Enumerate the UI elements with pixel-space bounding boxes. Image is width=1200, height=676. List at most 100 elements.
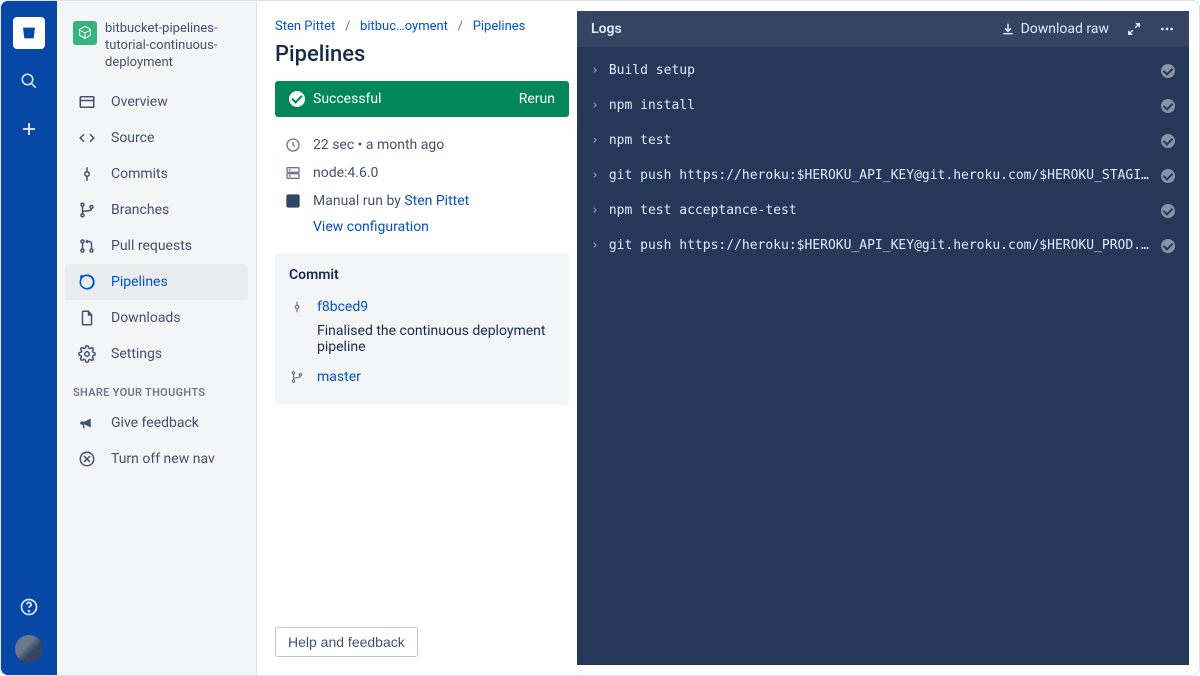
chevron-right-icon[interactable]: ›: [591, 133, 599, 148]
global-nav: [1, 1, 57, 675]
help-button[interactable]: [9, 587, 49, 627]
log-line[interactable]: ›npm install: [589, 88, 1177, 123]
search-icon: [20, 72, 38, 90]
log-line[interactable]: ›Build setup: [589, 53, 1177, 88]
status-text: Successful: [313, 91, 382, 107]
trigger-user-link[interactable]: Sten Pittet: [404, 193, 469, 209]
breadcrumb-owner[interactable]: Sten Pittet: [275, 19, 335, 34]
chevron-right-icon[interactable]: ›: [591, 238, 599, 253]
nav-commits[interactable]: Commits: [65, 156, 248, 192]
breadcrumb-section[interactable]: Pipelines: [473, 19, 526, 34]
nav-settings[interactable]: Settings: [65, 336, 248, 372]
meta-duration: 22 sec • a month ago: [275, 131, 569, 159]
chevron-right-icon[interactable]: ›: [591, 63, 599, 78]
nodejs-icon: [73, 21, 97, 45]
breadcrumb-separator: /: [458, 19, 463, 34]
nav-label: Turn off new nav: [111, 451, 215, 467]
check-icon: [1161, 169, 1175, 183]
search-button[interactable]: [9, 61, 49, 101]
plus-icon: [20, 120, 38, 138]
logs-header: Logs Download raw: [577, 11, 1189, 47]
source-icon: [77, 128, 97, 148]
log-body: ›Build setup ›npm install ›npm test ›git…: [577, 47, 1189, 269]
nav-label: Source: [111, 130, 154, 146]
check-icon: [1161, 99, 1175, 113]
view-configuration-link[interactable]: View configuration: [275, 215, 569, 239]
nav-label: Commits: [111, 166, 168, 182]
meta-image: node:4.6.0: [275, 159, 569, 187]
nav-give-feedback[interactable]: Give feedback: [65, 405, 248, 441]
nav-source[interactable]: Source: [65, 120, 248, 156]
nav-label: Give feedback: [111, 415, 199, 431]
expand-button[interactable]: [1127, 22, 1141, 36]
pull-requests-icon: [77, 236, 97, 256]
nav-label: Pull requests: [111, 238, 192, 254]
meta-trigger: Manual run by Sten Pittet: [275, 187, 569, 215]
check-icon: [1161, 134, 1175, 148]
breadcrumb-separator: /: [345, 19, 350, 34]
nav-label: Pipelines: [111, 274, 168, 290]
server-icon: [285, 165, 301, 181]
settings-icon: [77, 344, 97, 364]
help-feedback-button[interactable]: Help and feedback: [275, 627, 418, 657]
status-bar: Successful Rerun: [275, 81, 569, 117]
bitbucket-logo-icon: [13, 17, 45, 49]
branches-icon: [77, 200, 97, 220]
log-line[interactable]: ›git push https://heroku:$HEROKU_API_KEY…: [589, 158, 1177, 193]
nav-turn-off-nav[interactable]: Turn off new nav: [65, 441, 248, 477]
nav-label: Overview: [111, 94, 168, 110]
log-line[interactable]: ›npm test acceptance-test: [589, 193, 1177, 228]
sidebar: bitbucket-pipelines-tutorial-continuous-…: [57, 1, 257, 675]
commit-heading: Commit: [289, 267, 555, 283]
nav-label: Settings: [111, 346, 162, 362]
repo-header[interactable]: bitbucket-pipelines-tutorial-continuous-…: [65, 17, 248, 84]
chevron-right-icon[interactable]: ›: [591, 98, 599, 113]
branch-link[interactable]: master: [317, 369, 361, 385]
check-circle-icon: [289, 91, 305, 107]
nav-downloads[interactable]: Downloads: [65, 300, 248, 336]
nav-pipelines[interactable]: Pipelines: [65, 264, 248, 300]
megaphone-icon: [77, 413, 97, 433]
log-line[interactable]: ›npm test: [589, 123, 1177, 158]
logs-title: Logs: [591, 21, 622, 37]
nav-overview[interactable]: Overview: [65, 84, 248, 120]
commit-icon: [289, 299, 305, 315]
commits-icon: [77, 164, 97, 184]
check-icon: [1161, 64, 1175, 78]
repo-title: bitbucket-pipelines-tutorial-continuous-…: [105, 21, 240, 72]
commit-hash-link[interactable]: f8bced9: [317, 299, 368, 315]
chevron-right-icon[interactable]: ›: [591, 203, 599, 218]
download-icon: [1001, 22, 1015, 36]
user-avatar[interactable]: [15, 635, 43, 663]
breadcrumb: Sten Pittet / bitbuc…oyment / Pipelines: [275, 19, 569, 34]
create-button[interactable]: [9, 109, 49, 149]
chevron-right-icon[interactable]: ›: [591, 168, 599, 183]
overview-icon: [77, 92, 97, 112]
breadcrumb-repo[interactable]: bitbuc…oyment: [360, 19, 448, 34]
pipelines-icon: [77, 272, 97, 292]
more-icon: [1159, 21, 1175, 37]
download-raw-button[interactable]: Download raw: [1001, 21, 1109, 37]
docker-image: node:4.6.0: [313, 165, 378, 181]
rerun-button[interactable]: Rerun: [519, 91, 555, 107]
logs-panel: Logs Download raw ›Build setup ›npm: [577, 11, 1189, 665]
log-line[interactable]: ›git push https://heroku:$HEROKU_API_KEY…: [589, 228, 1177, 263]
downloads-icon: [77, 308, 97, 328]
user-avatar-icon: [285, 193, 301, 209]
bitbucket-logo-button[interactable]: [9, 13, 49, 53]
help-icon: [19, 597, 39, 617]
page-title: Pipelines: [275, 42, 569, 67]
nav-label: Downloads: [111, 310, 181, 326]
nav-branches[interactable]: Branches: [65, 192, 248, 228]
commit-message: Finalised the continuous deployment pipe…: [289, 321, 555, 363]
clock-icon: [285, 137, 301, 153]
check-icon: [1161, 239, 1175, 253]
details-column: Sten Pittet / bitbuc…oyment / Pipelines …: [257, 1, 577, 675]
nav-pull-requests[interactable]: Pull requests: [65, 228, 248, 264]
check-icon: [1161, 204, 1175, 218]
expand-icon: [1127, 22, 1141, 36]
more-button[interactable]: [1159, 21, 1175, 37]
branch-icon: [289, 369, 305, 385]
close-circle-icon: [77, 449, 97, 469]
nav-label: Branches: [111, 202, 169, 218]
